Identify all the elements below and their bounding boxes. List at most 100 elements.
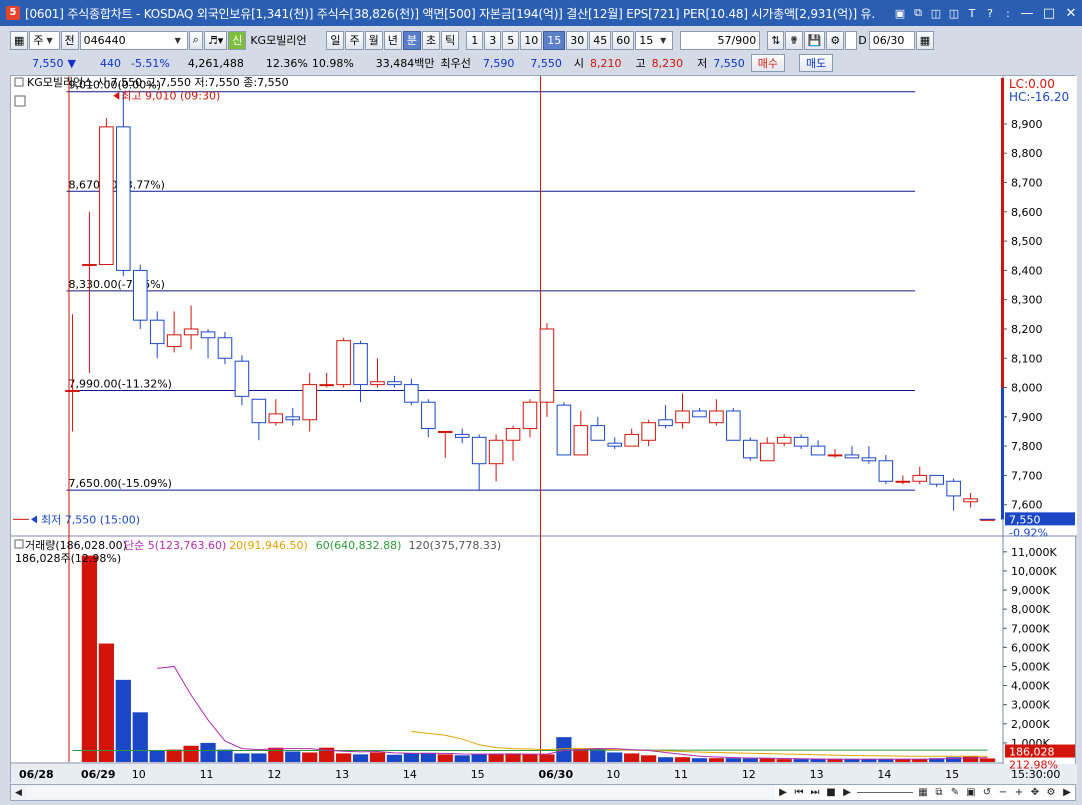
buy-button[interactable]: 매수 <box>750 54 786 72</box>
move-icon[interactable]: ✥ <box>1027 785 1043 800</box>
volume-bar[interactable] <box>183 745 199 762</box>
candle-body[interactable] <box>234 360 250 397</box>
layout-icon[interactable]: ▣ <box>892 5 908 21</box>
candle-body[interactable] <box>810 445 826 456</box>
candle-body[interactable] <box>183 328 199 336</box>
candle-body[interactable] <box>217 337 233 359</box>
volume-bar[interactable] <box>81 555 98 762</box>
volume-bar[interactable] <box>539 754 555 762</box>
volume-bar[interactable] <box>674 757 691 762</box>
chart-area[interactable]: 8,900 8,800 8,700 8,600 8,500 8,400 8,300 8,200… <box>10 75 1077 784</box>
volume-bar[interactable] <box>335 753 352 762</box>
volume-bar[interactable] <box>759 758 775 762</box>
candle-body[interactable] <box>82 264 97 267</box>
zoom-fit-icon[interactable]: ▣ <box>963 785 979 800</box>
volume-bar[interactable] <box>217 749 233 762</box>
table-icon[interactable] <box>14 95 26 107</box>
scroll-left-icon[interactable]: ◀ <box>11 785 26 800</box>
sell-button[interactable]: 매도 <box>799 54 834 72</box>
candle-body[interactable] <box>149 319 165 345</box>
search-icon[interactable]: ⌕ <box>188 30 203 50</box>
scroll-right-icon[interactable]: ▶ <box>1059 785 1075 800</box>
chart-settings-icon[interactable]: ⚙ <box>1043 785 1059 800</box>
tab-period-5[interactable]: 초 <box>421 30 441 50</box>
volume-bar[interactable] <box>742 758 758 762</box>
volume-bar[interactable] <box>420 752 436 762</box>
candle-body[interactable] <box>861 457 877 462</box>
calendar-icon[interactable]: ▦ <box>915 30 935 50</box>
candle-body[interactable] <box>353 343 368 386</box>
candle-body[interactable] <box>387 381 402 386</box>
maximize-icon[interactable]: □ <box>1038 3 1060 23</box>
candle-body[interactable] <box>726 410 741 441</box>
minute-select[interactable]: 15 ▼ <box>635 30 674 50</box>
candle-body[interactable] <box>963 498 978 503</box>
tab-minute-15[interactable]: 15 <box>543 30 566 50</box>
volume-bar[interactable] <box>962 756 979 762</box>
window-menu-icon[interactable]: ▦ <box>10 30 29 50</box>
tab-period-4[interactable]: 분 <box>402 30 421 50</box>
candle-body[interactable] <box>946 480 961 497</box>
volume-bar[interactable] <box>556 737 572 762</box>
volume-bar[interactable] <box>251 753 267 762</box>
indicator-icon[interactable]: ⇅ <box>767 30 785 50</box>
candle-body[interactable] <box>759 442 775 462</box>
credit-badge[interactable]: 신 <box>228 30 247 50</box>
app-icon[interactable]: 5 <box>6 6 20 20</box>
candle-body[interactable] <box>573 425 589 456</box>
settings-icon[interactable]: ⚙ <box>826 30 845 50</box>
candle-body[interactable] <box>116 126 131 271</box>
candle-body[interactable] <box>166 334 182 348</box>
candle-body[interactable] <box>912 474 928 482</box>
font-icon[interactable]: T <box>964 5 980 21</box>
zoom-reset-icon[interactable]: ↺ <box>979 785 995 800</box>
tab-minute-60[interactable]: 60 <box>612 30 635 50</box>
volume-bar[interactable] <box>607 752 623 762</box>
volume-bar[interactable] <box>488 754 504 762</box>
minimize-icon[interactable]: — <box>1016 3 1038 23</box>
volume-bar[interactable] <box>624 753 640 762</box>
candle-body[interactable] <box>776 436 792 444</box>
candle-body[interactable] <box>268 413 284 424</box>
volume-bar[interactable] <box>454 755 470 762</box>
split-icon[interactable]: ◫ <box>928 5 944 21</box>
candle-body[interactable] <box>743 439 758 459</box>
link-icon[interactable]: ◫ <box>946 5 962 21</box>
tab-minute-10[interactable]: 10 <box>520 30 543 50</box>
volume-bar[interactable] <box>386 754 403 762</box>
candle-body[interactable] <box>929 474 944 485</box>
candle-body[interactable] <box>641 422 656 441</box>
candle-body[interactable] <box>437 430 453 433</box>
close-icon[interactable]: ✕ <box>1060 3 1082 23</box>
volume-bar[interactable] <box>200 742 216 762</box>
stock-chart-svg[interactable]: 8,900 8,800 8,700 8,600 8,500 8,400 8,300 8,200… <box>11 76 1077 784</box>
tab-minute-1[interactable]: 1 <box>466 30 484 50</box>
volume-bar[interactable] <box>352 754 369 762</box>
zoom-in-icon[interactable]: + <box>1011 785 1027 800</box>
volume-bar[interactable] <box>166 749 182 762</box>
candle-body[interactable] <box>488 439 504 465</box>
tab-period-6[interactable]: 틱 <box>441 30 460 50</box>
tool-icon[interactable]: ✟ <box>785 30 803 50</box>
scroll-track[interactable] <box>26 786 775 799</box>
candle-body[interactable] <box>454 433 470 438</box>
candle-body[interactable] <box>505 428 521 441</box>
forward-icon[interactable]: ⏭ <box>807 785 823 800</box>
volume-bar[interactable] <box>403 753 420 762</box>
tab-minute-45[interactable]: 45 <box>589 30 612 50</box>
volume-bar[interactable] <box>979 758 996 762</box>
tab-minute-3[interactable]: 3 <box>484 30 502 50</box>
candle-body[interactable] <box>522 401 538 430</box>
volume-bar[interactable] <box>115 679 131 762</box>
volume-bar[interactable] <box>234 753 250 762</box>
count-input[interactable]: 57/900 <box>680 30 761 50</box>
sound-icon[interactable]: ♬▾ <box>203 30 228 50</box>
candle-body[interactable] <box>675 410 690 424</box>
volume-bar[interactable] <box>776 759 792 762</box>
candle-body[interactable] <box>607 442 623 447</box>
candle-body[interactable] <box>590 425 606 441</box>
date-checkbox[interactable] <box>845 30 858 50</box>
mode-button[interactable]: 전 <box>60 30 79 50</box>
volume-bar[interactable] <box>132 712 148 762</box>
play-icon[interactable]: ▶ <box>775 785 791 800</box>
